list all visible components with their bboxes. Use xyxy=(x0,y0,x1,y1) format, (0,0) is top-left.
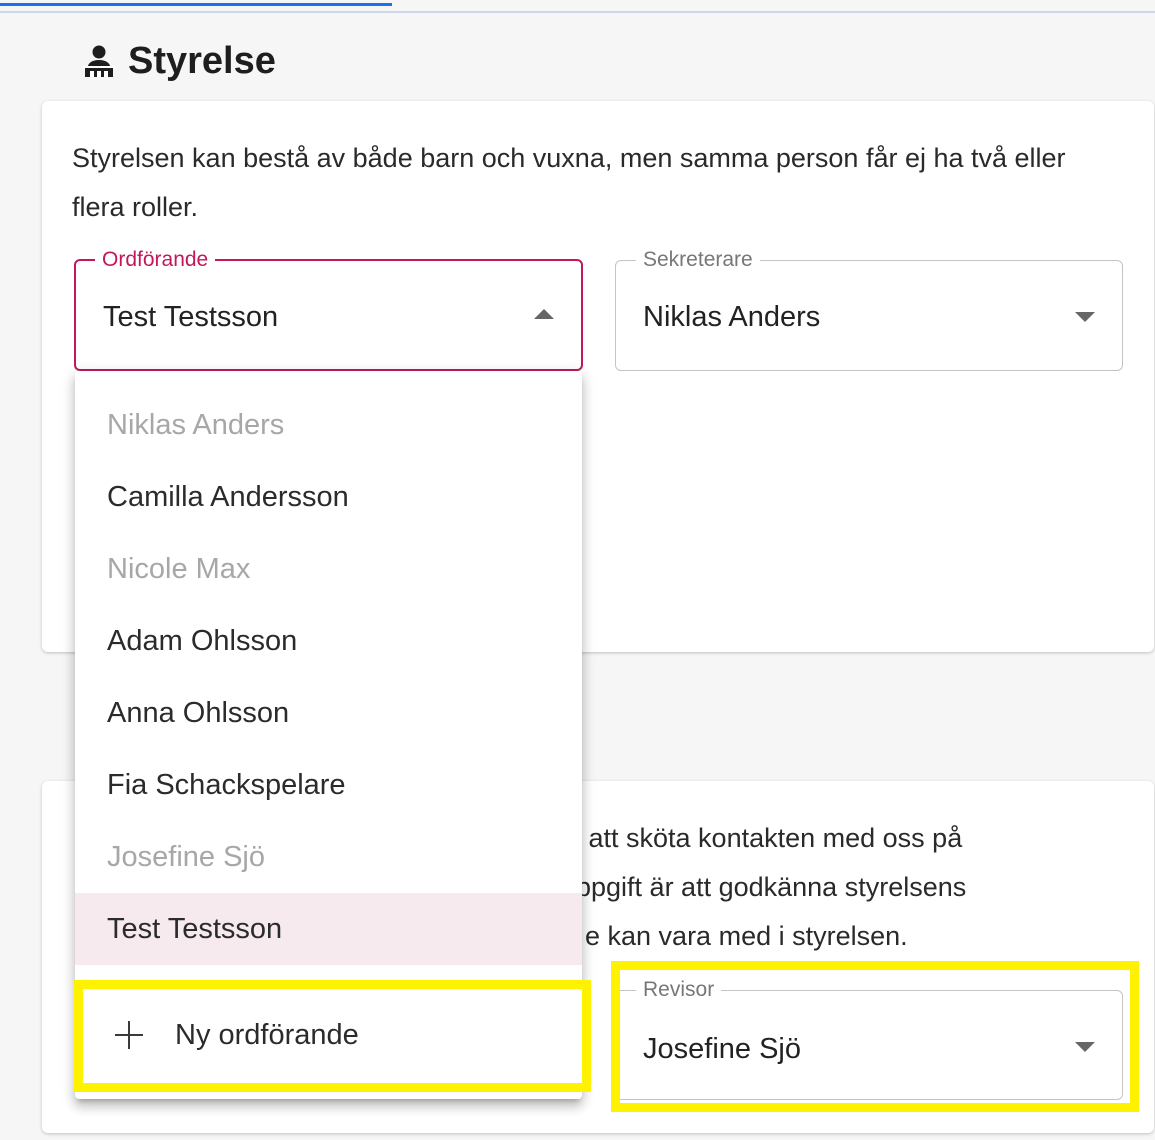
section-header: Styrelse xyxy=(82,36,276,86)
top-link-underline xyxy=(0,0,392,6)
chevron-down-icon[interactable] xyxy=(1075,312,1095,322)
highlight-box-add-chairperson xyxy=(74,980,591,1092)
chairperson-options: Niklas Anders Camilla Andersson Nicole M… xyxy=(75,371,582,965)
chevron-up-icon[interactable] xyxy=(534,309,554,319)
secretary-value: Niklas Anders xyxy=(643,301,821,333)
board-description: Styrelsen kan bestå av både barn och vux… xyxy=(72,143,1066,222)
header-divider xyxy=(0,11,1155,13)
menu-item-josefine-sjo: Josefine Sjö xyxy=(107,840,265,873)
page-title: Styrelse xyxy=(128,39,276,82)
chairperson-select[interactable]: Ordförande Test Testsson xyxy=(74,247,583,371)
chairperson-value: Test Testsson xyxy=(103,301,279,333)
chairperson-label: Ordförande xyxy=(95,247,216,273)
highlight-box-auditor xyxy=(611,961,1139,1112)
menu-item-fia-schackspelare[interactable]: Fia Schackspelare xyxy=(75,749,582,821)
menu-item-adam-ohlsson[interactable]: Adam Ohlsson xyxy=(75,605,582,677)
secretary-label: Sekreterare xyxy=(636,247,760,273)
menu-item-camilla-andersson[interactable]: Camilla Andersson xyxy=(75,461,582,533)
secretary-select[interactable]: Sekreterare Niklas Anders xyxy=(615,247,1123,371)
menu-item-anna-ohlsson[interactable]: Anna Ohlsson xyxy=(75,677,582,749)
menu-item-nicole-max: Nicole Max xyxy=(107,552,251,585)
board-members-icon xyxy=(82,44,116,78)
menu-item-niklas-anders: Niklas Anders xyxy=(107,408,285,441)
menu-item-test-testsson[interactable]: Test Testsson xyxy=(75,893,582,965)
